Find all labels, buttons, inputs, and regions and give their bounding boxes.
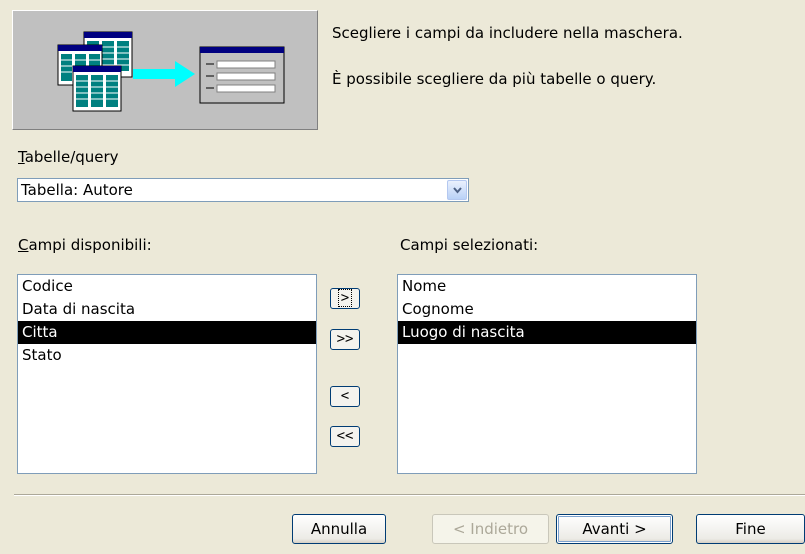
add-field-label: > bbox=[337, 289, 353, 307]
finish-button[interactable]: Fine bbox=[696, 514, 805, 544]
selected-fields-listbox[interactable]: Nome Cognome Luogo di nascita bbox=[397, 274, 697, 474]
tables-query-value: Tabella: Autore bbox=[21, 181, 133, 199]
add-all-fields-button[interactable]: >> bbox=[330, 329, 360, 350]
available-fields-label: Campi disponibili: bbox=[18, 236, 152, 254]
list-item[interactable]: Nome bbox=[398, 275, 696, 298]
tables-query-label: Tabelle/query bbox=[18, 148, 119, 166]
description-line-1: Scegliere i campi da includere nella mas… bbox=[332, 24, 683, 42]
back-button[interactable]: < Indietro bbox=[432, 514, 549, 544]
dropdown-button[interactable] bbox=[447, 180, 467, 200]
add-field-button[interactable]: > bbox=[330, 288, 360, 309]
next-button[interactable]: Avanti > bbox=[556, 514, 673, 544]
list-item[interactable]: Codice bbox=[18, 275, 316, 298]
footer-separator bbox=[14, 494, 805, 496]
chevron-down-icon bbox=[453, 187, 462, 194]
add-all-fields-label: >> bbox=[336, 331, 354, 347]
selected-fields-label: Campi selezionati: bbox=[400, 236, 539, 254]
remove-field-button[interactable]: < bbox=[330, 386, 360, 407]
remove-all-fields-label: << bbox=[336, 428, 354, 444]
list-item[interactable]: Luogo di nascita bbox=[398, 321, 696, 344]
available-fields-listbox[interactable]: Codice Data di nascita Citta Stato bbox=[17, 274, 317, 474]
wizard-illustration bbox=[12, 10, 318, 130]
remove-field-label: < bbox=[340, 388, 350, 404]
list-item[interactable]: Cognome bbox=[398, 298, 696, 321]
tables-query-combobox[interactable]: Tabella: Autore bbox=[17, 178, 469, 202]
list-item[interactable]: Stato bbox=[18, 344, 316, 367]
remove-all-fields-button[interactable]: << bbox=[330, 426, 360, 447]
tables-to-form-illustration-icon bbox=[57, 31, 285, 112]
list-item[interactable]: Data di nascita bbox=[18, 298, 316, 321]
description-line-2: È possibile scegliere da più tabelle o q… bbox=[332, 70, 657, 88]
cancel-button[interactable]: Annulla bbox=[292, 514, 386, 544]
list-item[interactable]: Citta bbox=[18, 321, 316, 344]
